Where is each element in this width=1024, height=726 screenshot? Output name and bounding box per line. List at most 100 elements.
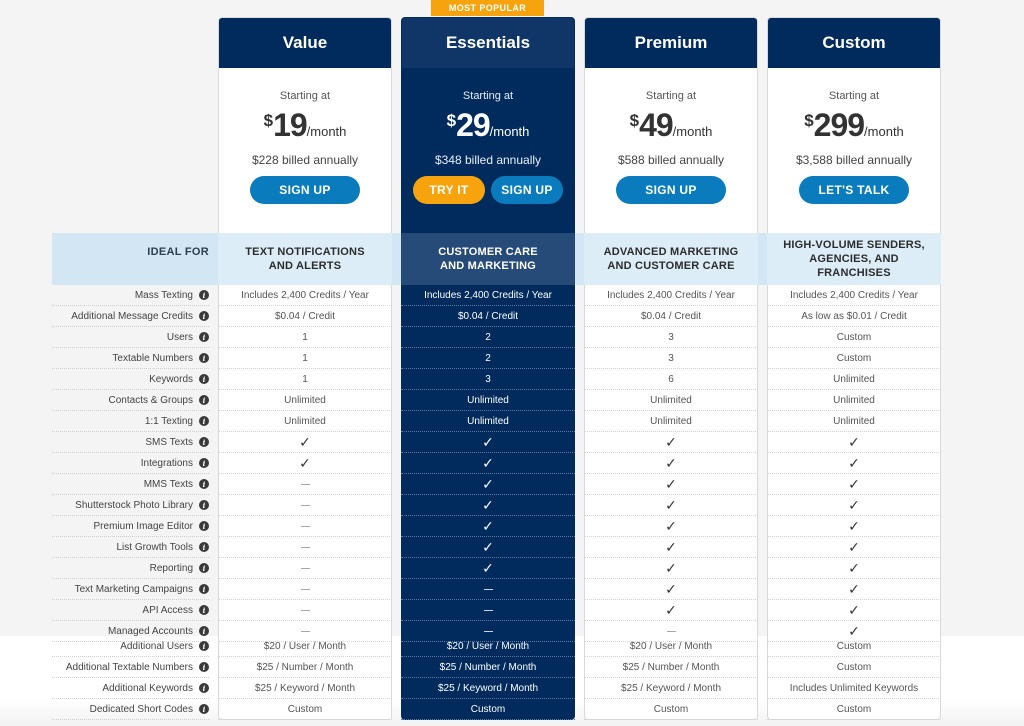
dash-icon — [483, 609, 493, 611]
feature-label: Additional Textable Numbers i — [52, 657, 209, 678]
feature-name: Users — [166, 331, 193, 343]
checkmark-icon: ✓ — [299, 434, 311, 450]
feature-value: Includes 2,400 Credits / Year — [607, 289, 735, 301]
checkmark-icon: ✓ — [665, 539, 677, 555]
info-icon[interactable]: i — [199, 542, 209, 552]
feature-value: 2 — [485, 352, 491, 364]
feature-cell: 1 — [218, 369, 392, 390]
feature-cell: $25 / Number / Month — [401, 657, 575, 678]
feature-cell: Unlimited — [218, 390, 392, 411]
feature-cell: ✓ — [401, 474, 575, 495]
feature-cell: 2 — [401, 348, 575, 369]
plan-pricing: Starting at $49/month $588 billed annually… — [585, 68, 757, 234]
checkmark-icon: ✓ — [299, 455, 311, 471]
plan-pricing: Starting at $29/month $348 billed annually… — [402, 68, 574, 234]
feature-value: Unlimited — [833, 394, 875, 406]
let-s-talk-button[interactable]: LET'S TALK — [799, 176, 909, 204]
feature-cell: ✓ — [584, 600, 758, 621]
feature-cell — [401, 579, 575, 600]
sign-up-button[interactable]: SIGN UP — [616, 176, 726, 204]
feature-cell — [218, 558, 392, 579]
feature-cell: Unlimited — [401, 390, 575, 411]
info-icon[interactable]: i — [199, 683, 209, 693]
info-icon[interactable]: i — [199, 584, 209, 594]
info-icon[interactable]: i — [199, 704, 209, 714]
sign-up-button[interactable]: SIGN UP — [250, 176, 360, 204]
dash-icon — [666, 630, 676, 632]
currency-symbol: $ — [263, 111, 274, 130]
feature-value: 2 — [485, 331, 491, 343]
feature-label: MMS Texts i — [52, 474, 209, 495]
ideal-for-essentials: CUSTOMER CARE AND MARKETING — [401, 233, 575, 285]
feature-cell — [218, 495, 392, 516]
info-icon[interactable]: i — [199, 662, 209, 672]
info-icon[interactable]: i — [199, 374, 209, 384]
sign-up-button[interactable]: SIGN UP — [491, 176, 563, 204]
checkmark-icon: ✓ — [665, 455, 677, 471]
feature-value: Includes 2,400 Credits / Year — [790, 289, 918, 301]
feature-name: Mass Texting — [134, 289, 193, 301]
feature-cell: Unlimited — [767, 390, 941, 411]
feature-value: $25 / Number / Month — [256, 661, 354, 673]
feature-cell: $20 / User / Month — [584, 636, 758, 657]
info-icon[interactable]: i — [199, 290, 209, 300]
feature-value: Includes 2,400 Credits / Year — [241, 289, 369, 301]
info-icon[interactable]: i — [199, 458, 209, 468]
feature-value: $0.04 / Credit — [457, 310, 519, 322]
feature-cell: 1 — [218, 327, 392, 348]
info-icon[interactable]: i — [199, 437, 209, 447]
info-icon[interactable]: i — [199, 395, 209, 405]
feature-cell: ✓ — [401, 516, 575, 537]
feature-value: Includes Unlimited Keywords — [789, 682, 919, 694]
feature-cell: Unlimited — [584, 411, 758, 432]
info-icon[interactable]: i — [199, 626, 209, 636]
feature-cell: ✓ — [584, 453, 758, 474]
info-icon[interactable]: i — [199, 563, 209, 573]
feature-cell: $20 / User / Month — [401, 636, 575, 657]
feature-name: Additional Keywords — [102, 682, 193, 694]
feature-value: $0.04 / Credit — [274, 310, 336, 322]
dash-icon — [300, 567, 310, 569]
info-icon[interactable]: i — [199, 416, 209, 426]
feature-name: Textable Numbers — [112, 352, 193, 364]
feature-value: 3 — [668, 352, 674, 364]
info-icon[interactable]: i — [199, 479, 209, 489]
plan-price: $19/month — [219, 109, 391, 147]
plan-price: $29/month — [402, 107, 574, 147]
feature-value: As low as $0.01 / Credit — [801, 310, 907, 322]
feature-cell: 6 — [584, 369, 758, 390]
feature-cell: $25 / Number / Month — [584, 657, 758, 678]
starting-at-label: Starting at — [279, 90, 331, 102]
feature-label: Dedicated Short Codes i — [52, 699, 209, 720]
price-amount: 29 — [456, 107, 491, 143]
feature-value: Unlimited — [650, 394, 692, 406]
feature-value: Custom — [836, 703, 872, 715]
feature-cell: $0.04 / Credit — [218, 306, 392, 327]
feature-cell: ✓ — [767, 474, 941, 495]
info-icon[interactable]: i — [199, 605, 209, 615]
checkmark-icon: ✓ — [482, 434, 494, 450]
feature-name: Additional Textable Numbers — [65, 661, 193, 673]
info-icon[interactable]: i — [199, 353, 209, 363]
feature-name: Keywords — [149, 373, 193, 385]
info-icon[interactable]: i — [199, 521, 209, 531]
info-icon[interactable]: i — [199, 332, 209, 342]
try-it-button[interactable]: TRY IT — [413, 176, 485, 204]
plan-name: Value — [219, 18, 391, 68]
feature-value: Custom — [836, 352, 872, 364]
info-icon[interactable]: i — [199, 311, 209, 321]
feature-cell: Includes 2,400 Credits / Year — [401, 285, 575, 306]
feature-cell: ✓ — [584, 474, 758, 495]
ideal-for-line: AND ALERTS — [268, 260, 342, 272]
info-icon[interactable]: i — [199, 641, 209, 651]
ideal-for-line: ADVANCED MARKETING — [603, 246, 739, 258]
feature-cell: Includes Unlimited Keywords — [767, 678, 941, 699]
info-icon[interactable]: i — [199, 500, 209, 510]
feature-name: Text Marketing Campaigns — [74, 583, 193, 595]
checkmark-icon: ✓ — [482, 518, 494, 534]
feature-value: $25 / Number / Month — [622, 661, 720, 673]
checkmark-icon: ✓ — [665, 497, 677, 513]
feature-cell: ✓ — [584, 516, 758, 537]
dash-icon — [300, 546, 310, 548]
feature-value: 3 — [668, 331, 674, 343]
